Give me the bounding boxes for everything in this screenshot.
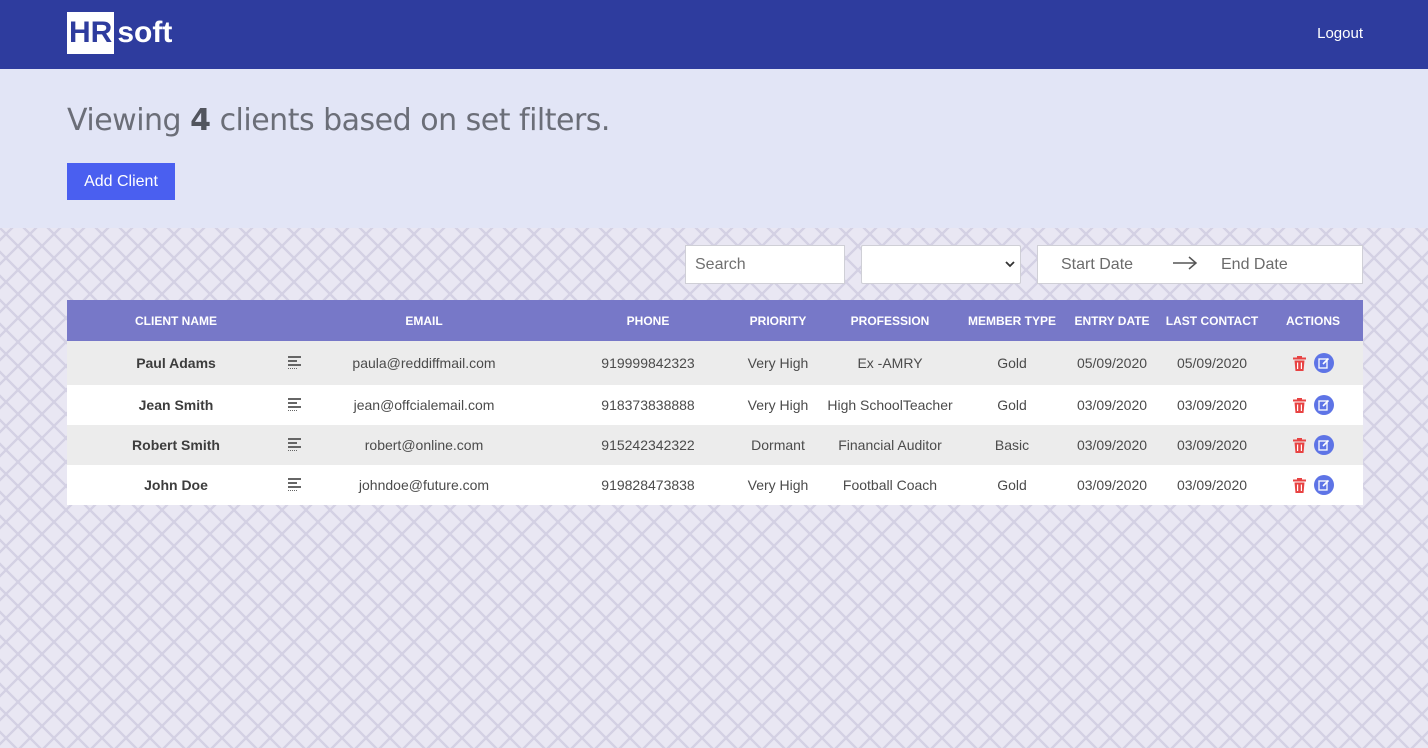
actions-cell: [1233, 395, 1393, 415]
row-actions: [1233, 395, 1393, 415]
clients-table: CLIENT NAME EMAIL PHONE PRIORITY PROFESS…: [67, 300, 1363, 505]
logo[interactable]: HR soft: [67, 12, 172, 54]
add-client-button[interactable]: Add Client: [67, 163, 175, 200]
notes-icon[interactable]: [288, 478, 302, 491]
email-cell: robert@online.com: [364, 437, 484, 453]
delete-icon[interactable]: [1292, 477, 1306, 493]
header-actions: ACTIONS: [1286, 313, 1340, 328]
client-name-cell: Paul Adams: [136, 355, 216, 371]
actions-cell: [1233, 475, 1393, 495]
notes-cell[interactable]: [285, 477, 305, 493]
header-band: Viewing 4 clients based on set filters. …: [0, 69, 1428, 228]
email-cell: johndoe@future.com: [358, 477, 490, 493]
table-row[interactable]: John Doe johndoe@future.com 919828473838 Ve…: [67, 465, 1363, 505]
notes-icon[interactable]: [288, 398, 302, 411]
table-row[interactable]: Jean Smith jean@offcialemail.com 918373838…: [67, 385, 1363, 425]
notes-cell[interactable]: [285, 397, 305, 413]
delete-icon[interactable]: [1292, 397, 1306, 413]
start-date-input[interactable]: Start Date: [1061, 256, 1133, 274]
edit-icon[interactable]: [1313, 353, 1334, 373]
notes-icon[interactable]: [288, 438, 302, 451]
actions-cell: [1233, 435, 1393, 455]
table-row[interactable]: Paul Adams paula@reddiffmail.com 919999842…: [67, 341, 1363, 385]
email-cell: jean@offcialemail.com: [353, 397, 495, 413]
notes-cell[interactable]: [285, 437, 305, 453]
client-count: 4: [190, 103, 211, 138]
title-suffix: clients based on set filters.: [219, 103, 611, 138]
filter-select[interactable]: [861, 245, 1021, 284]
actions-cell: [1233, 353, 1393, 373]
delete-icon[interactable]: [1292, 355, 1306, 371]
client-name-cell: John Doe: [144, 477, 208, 493]
table-header: CLIENT NAME EMAIL PHONE PRIORITY PROFESS…: [67, 300, 1363, 341]
edit-icon[interactable]: [1313, 395, 1334, 415]
header-email[interactable]: EMAIL: [344, 314, 504, 328]
end-date-input[interactable]: End Date: [1221, 256, 1288, 274]
search-input[interactable]: [685, 245, 845, 284]
chevron-down-icon: [1004, 256, 1016, 275]
title-prefix: Viewing: [67, 103, 182, 138]
page-title: Viewing 4 clients based on set filters.: [67, 103, 610, 138]
logout-link[interactable]: Logout: [1317, 25, 1363, 42]
date-range-picker[interactable]: Start Date End Date: [1037, 245, 1363, 284]
email-cell: paula@reddiffmail.com: [352, 355, 496, 371]
client-name-cell: Robert Smith: [132, 437, 220, 453]
edit-icon[interactable]: [1313, 475, 1334, 495]
navbar: HR soft Logout: [0, 0, 1428, 69]
edit-icon[interactable]: [1313, 435, 1334, 455]
table-body: Paul Adams paula@reddiffmail.com 919999842…: [67, 341, 1363, 505]
logo-rest-text: soft: [117, 16, 173, 49]
logo-box-text: HR: [67, 12, 115, 54]
notes-cell[interactable]: [285, 355, 305, 371]
arrow-right-icon: [1172, 252, 1198, 280]
delete-icon[interactable]: [1292, 437, 1306, 453]
row-actions: [1233, 475, 1393, 495]
header-client-name[interactable]: CLIENT NAME: [96, 314, 256, 328]
client-name-cell: Jean Smith: [138, 397, 214, 413]
table-row[interactable]: Robert Smith robert@online.com 91524234232…: [67, 425, 1363, 465]
row-actions: [1233, 353, 1393, 373]
row-actions: [1233, 435, 1393, 455]
notes-icon[interactable]: [288, 356, 302, 369]
